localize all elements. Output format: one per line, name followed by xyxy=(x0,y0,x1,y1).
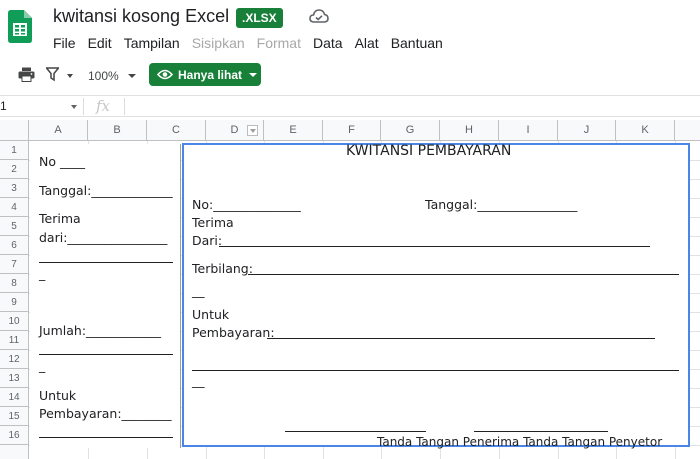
stub-amount: Jumlah:____________ xyxy=(39,323,162,338)
menu-bar: File Edit Tampilan Sisipkan Format Data … xyxy=(53,34,455,52)
receipt-for-label: Untuk xyxy=(192,307,230,322)
row-header[interactable]: 11 xyxy=(0,331,29,350)
fx-icon: fx xyxy=(96,97,111,115)
row-header[interactable]: 1 xyxy=(0,141,29,160)
filter-dropdown-icon[interactable] xyxy=(67,74,73,78)
menu-tools[interactable]: Alat xyxy=(355,34,379,52)
row-header[interactable]: 2 xyxy=(0,160,29,179)
row-header[interactable]: 5 xyxy=(0,217,29,236)
signature-line-payer xyxy=(474,431,608,432)
menu-insert: Sisipkan xyxy=(191,35,245,51)
receipt-dash: __ xyxy=(192,283,205,298)
column-header[interactable]: H xyxy=(440,120,499,141)
row-header[interactable]: 14 xyxy=(0,388,29,407)
payment-blank-line xyxy=(192,370,679,371)
stub-payment: Pembayaran:________ xyxy=(39,406,172,421)
stub-blank-line xyxy=(39,354,173,355)
column-header[interactable]: I xyxy=(499,120,558,141)
menu-help[interactable]: Bantuan xyxy=(391,34,443,52)
chevron-down-icon xyxy=(249,72,258,77)
row-header[interactable]: 10 xyxy=(0,312,29,331)
column-header[interactable]: J xyxy=(558,120,616,141)
receipt-amount-words-label: Terbilang: xyxy=(192,261,253,276)
document-title[interactable]: kwitansi kosong Excel xyxy=(53,6,229,27)
divider xyxy=(124,98,125,115)
row-header[interactable]: 4 xyxy=(0,198,29,217)
receipt-received-label: Terima xyxy=(192,215,234,230)
column-header[interactable]: B xyxy=(88,120,147,141)
payment-blank-line xyxy=(267,338,655,339)
row-header[interactable]: 9 xyxy=(0,293,29,312)
row-header[interactable]: 12 xyxy=(0,350,29,369)
menu-data[interactable]: Data xyxy=(313,34,343,52)
eye-icon xyxy=(157,69,173,80)
from-blank-line xyxy=(219,246,650,247)
amount-words-blank-line xyxy=(248,274,679,275)
stub-blank-line xyxy=(39,437,173,438)
column-header[interactable] xyxy=(675,120,700,141)
sheets-logo-icon[interactable] xyxy=(8,10,32,43)
filter-icon[interactable] xyxy=(46,67,59,82)
row-header[interactable]: 6 xyxy=(0,236,29,255)
receipt-no: No:______________ xyxy=(192,197,301,212)
receipt-title: KWITANSI PEMBAYARAN xyxy=(346,143,512,159)
stub-for-label: Untuk xyxy=(39,388,77,403)
toolbar: 100% Hanya lihat xyxy=(0,62,700,90)
select-all-corner[interactable] xyxy=(0,120,29,141)
column-header[interactable]: G xyxy=(381,120,440,141)
signature-labels: Tanda Tangan Penerima Tanda Tangan Penye… xyxy=(377,435,663,449)
row-header[interactable] xyxy=(0,445,29,459)
formula-bar: 1 fx xyxy=(0,95,700,117)
column-header[interactable]: E xyxy=(264,120,323,141)
file-type-badge: .XLSX xyxy=(236,8,283,28)
view-mode-button[interactable]: Hanya lihat xyxy=(149,63,261,86)
row-header[interactable]: 3 xyxy=(0,179,29,198)
stub-no: No ____ xyxy=(39,154,85,169)
receipt-payment-label: Pembayaran: xyxy=(192,325,275,340)
receipt-date: Tanggal:________________ xyxy=(425,197,578,212)
stub-received-label: Terima xyxy=(39,211,81,226)
zoom-select[interactable]: 100% xyxy=(88,69,119,83)
column-header[interactable]: K xyxy=(616,120,675,141)
stub-dash: _ xyxy=(39,358,46,373)
divider xyxy=(83,98,84,115)
column-filter-icon[interactable] xyxy=(247,125,258,136)
view-mode-label: Hanya lihat xyxy=(178,67,243,82)
stub-blank-line xyxy=(39,262,173,263)
zoom-dropdown-icon[interactable] xyxy=(128,74,136,78)
menu-edit[interactable]: Edit xyxy=(88,34,112,52)
menu-file[interactable]: File xyxy=(53,34,76,52)
signature-line-receiver xyxy=(285,431,426,432)
receipt-main[interactable] xyxy=(182,143,690,447)
print-icon[interactable] xyxy=(18,67,35,82)
column-header[interactable]: F xyxy=(323,120,381,141)
stub-date: Tanggal:_____________ xyxy=(39,183,173,198)
row-header[interactable]: 8 xyxy=(0,274,29,293)
cloud-saved-icon[interactable] xyxy=(309,8,329,24)
row-header[interactable]: 7 xyxy=(0,255,29,274)
row-header[interactable]: 16 xyxy=(0,426,29,445)
stub-dash: _ xyxy=(39,266,46,281)
name-box-dropdown-icon[interactable] xyxy=(71,105,77,109)
name-box[interactable]: 1 xyxy=(0,99,7,113)
receipt-dash: __ xyxy=(192,373,205,388)
column-header[interactable]: A xyxy=(29,120,88,141)
receipt-from-label: Dari: xyxy=(192,233,223,248)
stub-from: dari:________________ xyxy=(39,230,168,245)
row-header[interactable]: 15 xyxy=(0,407,29,426)
menu-view[interactable]: Tampilan xyxy=(124,34,180,52)
menu-format: Format xyxy=(256,35,301,51)
row-header[interactable]: 13 xyxy=(0,369,29,388)
column-header[interactable]: C xyxy=(147,120,206,141)
